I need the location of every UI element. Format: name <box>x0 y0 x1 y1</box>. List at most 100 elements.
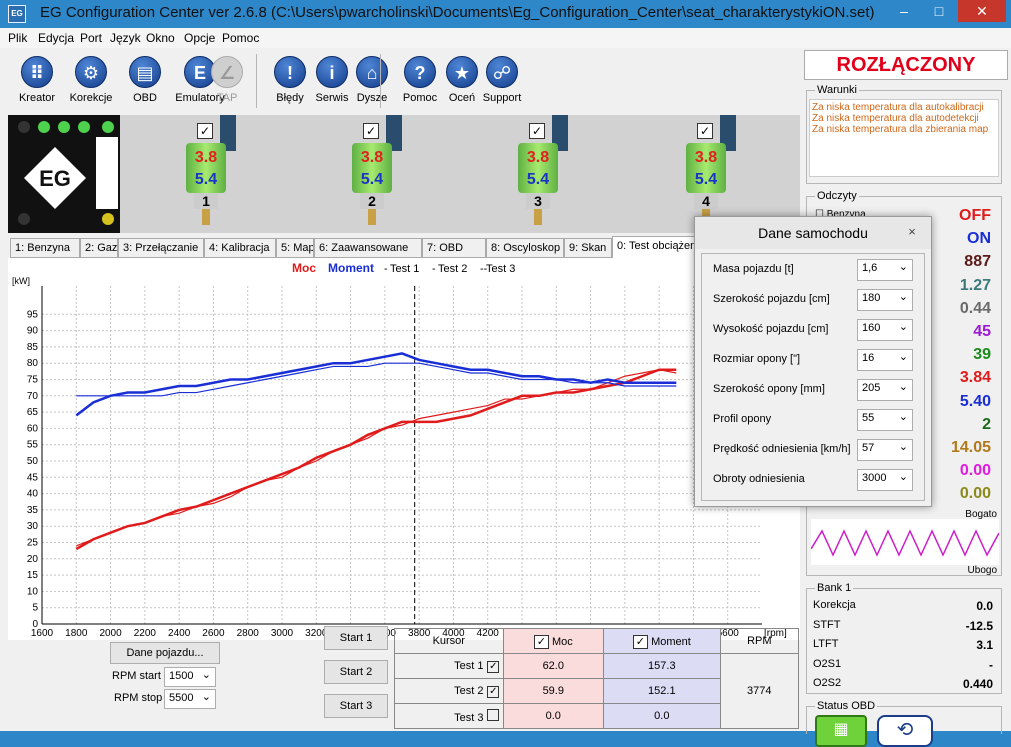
legend-test-entry: Test 1 <box>390 263 419 275</box>
injector-2[interactable]: ✓ 3.8 5.4 2 <box>346 115 426 233</box>
tab-8[interactable]: 8: Oscyloskop <box>486 238 564 258</box>
toolbar-grid-button[interactable]: ⠿ Kreator <box>10 52 64 110</box>
toolbar-label: Support <box>482 92 522 104</box>
dialog-close-button[interactable]: × <box>901 223 923 241</box>
menu-pomoc[interactable]: Pomoc <box>222 31 259 45</box>
bank-value: - <box>989 657 993 672</box>
rpm-stop-select[interactable]: 5500 <box>164 689 216 709</box>
minimize-button[interactable]: – <box>886 0 922 22</box>
tab-1[interactable]: 1: Benzyna <box>10 238 80 258</box>
legend-test-entry: Test 2 <box>438 263 467 275</box>
legend-entry: Moment <box>328 261 374 275</box>
bank-key: Korekcja <box>813 599 856 611</box>
tab-4[interactable]: 4: Kalibracja <box>204 238 276 258</box>
tab-3[interactable]: 3: Przełączanie <box>118 238 204 258</box>
exclamation-icon: ! <box>274 56 306 88</box>
y-tick-label: 5 <box>32 603 38 614</box>
close-button[interactable]: ✕ <box>958 0 1006 22</box>
dialog-field-select[interactable]: 16 <box>857 349 913 371</box>
tab-10[interactable]: 0: Test obciążen <box>612 236 700 258</box>
dialog-field-select[interactable]: 1,6 <box>857 259 913 281</box>
legend-dash: - <box>432 263 436 275</box>
dialog-row: Szerokość pojazdu [cm] 180 <box>701 287 925 313</box>
toolbar-tap-button[interactable]: ∠ TAP <box>200 52 254 110</box>
test-1-checkbox[interactable]: ✓ <box>486 660 499 673</box>
dialog-field-select[interactable]: 55 <box>857 409 913 431</box>
injector-3[interactable]: ✓ 3.8 5.4 3 <box>512 115 592 233</box>
menu-jezyk[interactable]: Język <box>110 31 141 45</box>
test-1-row-label: Test 1 ✓ <box>394 653 504 679</box>
injector-checkbox[interactable]: ✓ <box>697 123 713 139</box>
load-test-chart-panel: Moc Moment - Test 1- Test 2 -- Test 3 [kW] 1600 1… <box>8 258 800 640</box>
bank-value: 3.1 <box>976 638 993 652</box>
eg-logo-icon: EG <box>24 147 86 209</box>
header-moment[interactable]: ✓ Moment <box>603 628 721 654</box>
tab-6[interactable]: 6: Zaawansowane <box>314 238 422 258</box>
y-tick-label: 75 <box>27 375 39 386</box>
toolbar-obd-connector-button[interactable]: ▤ OBD <box>118 52 172 110</box>
toolbar-injector-button[interactable]: ⌂ Dysze <box>345 52 399 110</box>
reading-value: 1.27 <box>959 276 991 294</box>
tab-2[interactable]: 2: Gaz <box>80 238 118 258</box>
tab-7[interactable]: 7: OBD <box>422 238 486 258</box>
dialog-field-select[interactable]: 160 <box>857 319 913 341</box>
menu-plik[interactable]: Plik <box>8 31 27 45</box>
injector-petrol-time: 5.4 <box>526 171 550 188</box>
moc-checkbox[interactable]: ✓ <box>533 634 549 649</box>
grid-icon: ⠿ <box>21 56 53 88</box>
warunki-title: Warunki <box>815 84 859 96</box>
tab-9[interactable]: 9: Skan <box>564 238 612 258</box>
refresh-icon[interactable]: ⟲ <box>877 715 933 747</box>
y-tick-label: 60 <box>27 423 39 434</box>
test-2-checkbox[interactable]: ✓ <box>486 685 499 698</box>
test-3-moment: 0.0 <box>603 703 721 729</box>
test-2-moment: 152.1 <box>603 678 721 704</box>
start-2-button[interactable]: Start 2 <box>324 660 388 684</box>
menu-port[interactable]: Port <box>80 31 102 45</box>
dialog-field-select[interactable]: 180 <box>857 289 913 311</box>
injector-checkbox[interactable]: ✓ <box>529 123 545 139</box>
led-indicator <box>102 121 114 133</box>
header-moc[interactable]: ✓ Moc <box>502 628 605 654</box>
dialog-field-select[interactable]: 205 <box>857 379 913 401</box>
y-tick-label: 85 <box>27 342 39 353</box>
ubogo-label: Ubogo <box>967 565 997 576</box>
toolbar-label: OBD <box>133 92 157 104</box>
injector-checkbox[interactable]: ✓ <box>363 123 379 139</box>
injector-checkbox[interactable]: ✓ <box>197 123 213 139</box>
rpm-start-select[interactable]: 1500 <box>164 667 216 687</box>
dialog-field-label: Masa pojazdu [t] <box>713 263 794 275</box>
reading-value: OFF <box>959 207 991 224</box>
x-tick-label: 2200 <box>134 628 157 639</box>
injector-1[interactable]: ✓ 3.8 5.4 1 <box>180 115 260 233</box>
obd-connector-icon: ▤ <box>129 56 161 88</box>
support-icon: ☍ <box>486 56 518 88</box>
maximize-button[interactable]: □ <box>922 0 956 22</box>
dialog-field-select[interactable]: 3000 <box>857 469 913 491</box>
moment-checkbox[interactable]: ✓ <box>632 634 648 649</box>
legend-entry: Moc <box>292 261 316 275</box>
test-3-label: Test 3 <box>454 711 484 724</box>
led-indicator <box>78 121 90 133</box>
start-1-button[interactable]: Start 1 <box>324 626 388 650</box>
test-3-checkbox[interactable] <box>486 708 499 721</box>
injector-nozzle <box>202 209 210 225</box>
toolbar-label: Korekcje <box>69 92 113 104</box>
obd-status-group: Status OBD ▦ ⟲ <box>806 700 1002 747</box>
toolbar-gear-button[interactable]: ⚙ Korekcje <box>64 52 118 110</box>
reading-value: 39 <box>973 346 991 364</box>
toolbar-support-button[interactable]: ☍ Support <box>475 52 529 110</box>
vehicle-data-button[interactable]: Dane pojazdu... <box>110 642 220 664</box>
reading-value: ON <box>967 230 991 248</box>
warunki-group: Warunki Za niska temperatura dla autokal… <box>806 84 1002 184</box>
power-torque-chart[interactable]: Moc Moment - Test 1- Test 2 --Test 3[kW]1600 1… <box>8 258 800 640</box>
tab-5[interactable]: 5: Mapa <box>276 238 314 258</box>
start-3-button[interactable]: Start 3 <box>324 694 388 718</box>
test-2-label: Test 2 <box>454 684 484 697</box>
y-tick-label: 15 <box>27 570 39 581</box>
menu-edycja[interactable]: Edycja <box>38 31 74 45</box>
dialog-field-select[interactable]: 57 <box>857 439 913 461</box>
menu-opcje[interactable]: Opcje <box>184 31 215 45</box>
x-tick-label: 2800 <box>237 628 260 639</box>
menu-okno[interactable]: Okno <box>146 31 175 45</box>
